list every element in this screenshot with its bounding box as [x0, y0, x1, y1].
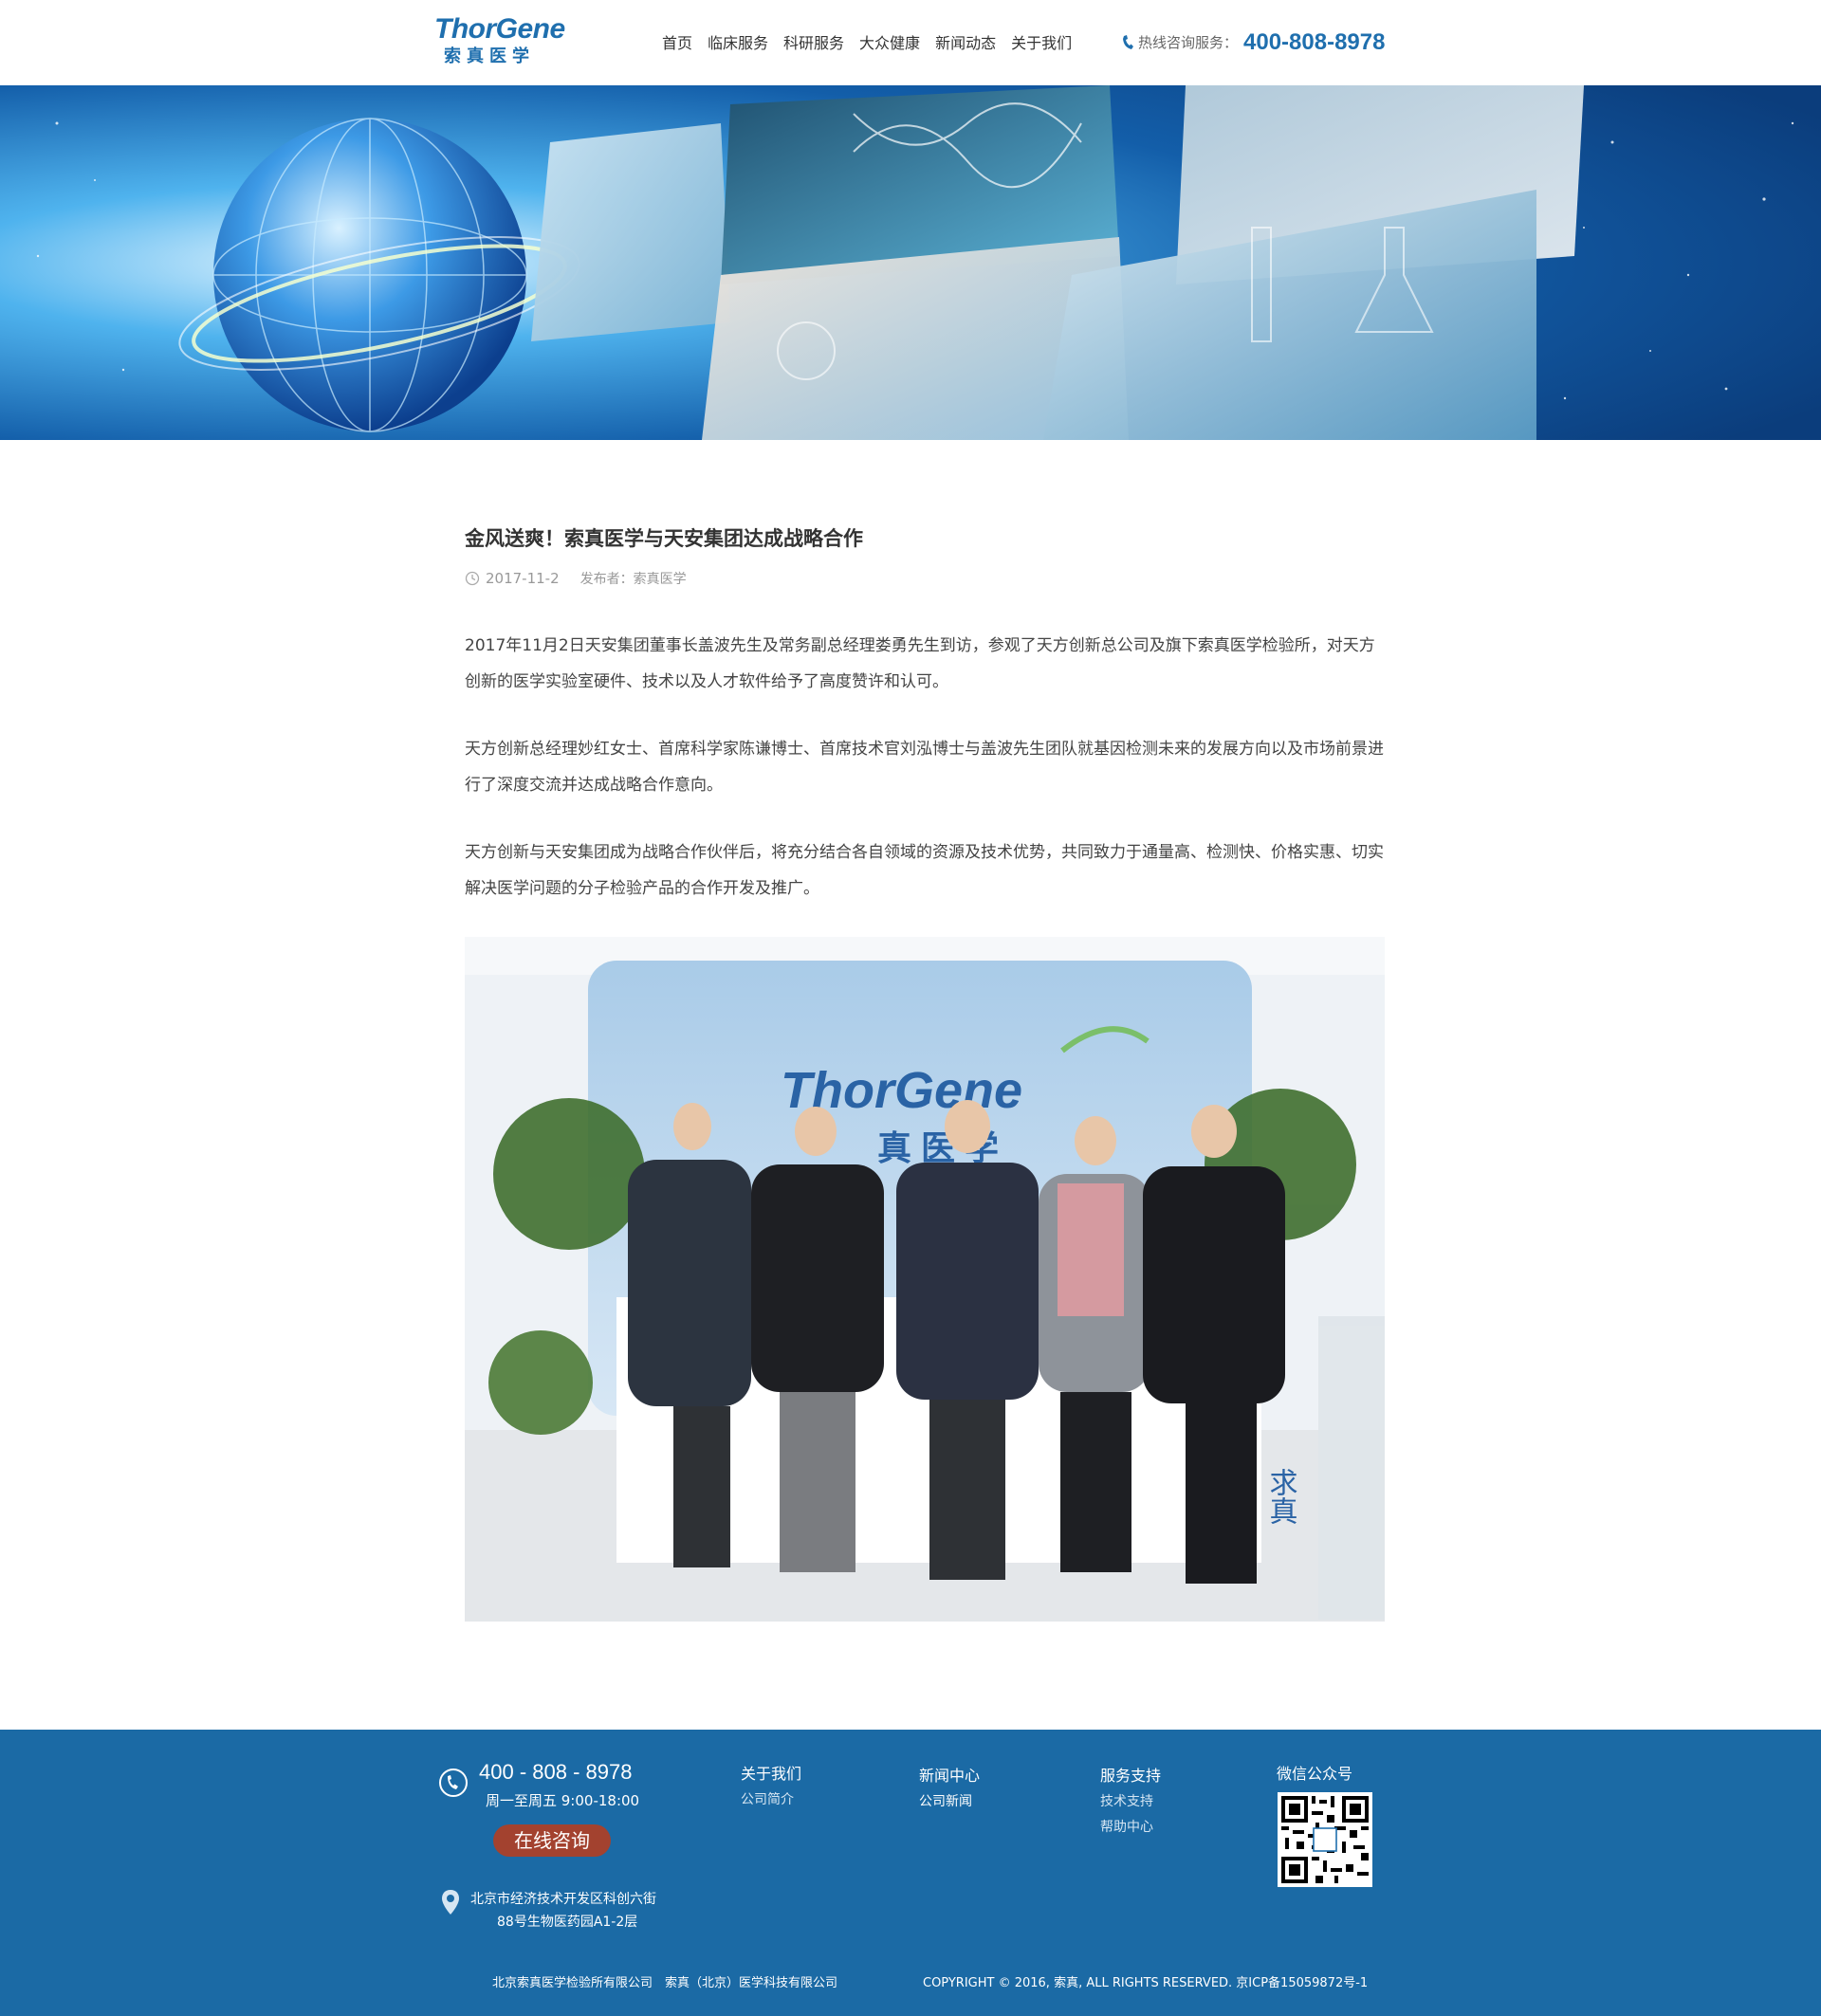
footer-col-title[interactable]: 关于我们	[741, 1762, 801, 1787]
article-paragraph: 天方创新与天安集团成为战略合作伙伴后，将充分结合各自领域的资源及技术优势，共同致…	[465, 843, 1384, 898]
author-name: 索真医学	[633, 572, 687, 587]
banner-illustration	[0, 85, 1821, 440]
footer-col-title[interactable]: 新闻中心	[919, 1764, 980, 1788]
hotline-number: 400-808-8978	[1243, 29, 1386, 55]
group-photo: ThorGene 真医学 求真	[465, 937, 1385, 1622]
footer-col-title: 微信公众号	[1277, 1765, 1353, 1783]
article-paragraph: 2017年11月2日天安集团董事长盖波先生及常务副总经理娄勇先生到访，参观了天方…	[465, 636, 1375, 691]
online-consult-button[interactable]: 在线咨询	[493, 1824, 611, 1857]
nav-item-clinical[interactable]: 临床服务	[700, 32, 776, 55]
logo-text-cn: 索真医学	[444, 46, 535, 66]
footer-address-line2: 88号生物医药园A1-2层	[497, 1915, 638, 1930]
article-paragraph: 天方创新总经理妙红女士、首席科学家陈谦博士、首席技术官刘泓博士与盖波先生团队就基…	[465, 740, 1384, 795]
logo[interactable]: ThorGene 索真医学	[434, 13, 577, 72]
group-photo-illustration: ThorGene 真医学 求真	[465, 937, 1385, 1622]
footer-copyright: COPYRIGHT © 2016, 索真, ALL RIGHTS RESERVE…	[923, 1976, 1369, 1990]
author-label: 发布者：	[579, 572, 634, 587]
footer-link-help-center[interactable]: 帮助中心	[1100, 1815, 1161, 1840]
hero-banner	[0, 85, 1821, 440]
nav-item-health[interactable]: 大众健康	[852, 32, 928, 55]
site-footer: 400 - 808 - 8978 周一至周五 9:00-18:00 在线咨询 北…	[0, 1730, 1821, 2016]
publish-date: 2017-11-2	[486, 570, 560, 587]
footer-link-company-news[interactable]: 公司新闻	[919, 1788, 980, 1815]
footer-address-line1: 北京市经济技术开发区科创六街	[470, 1892, 656, 1907]
wechat-qr-code	[1278, 1792, 1372, 1887]
footer-col-support: 服务支持 技术支持 帮助中心	[1100, 1764, 1161, 1840]
news-article: 金风送爽！索真医学与天安集团达成战略合作 2017-11-2 发布者： 索真医学…	[465, 512, 1385, 1622]
location-pin-icon	[442, 1890, 459, 1915]
phone-circle-icon	[439, 1769, 468, 1797]
hotline: 热线咨询服务： 400-808-8978	[1121, 27, 1385, 59]
footer-col-about: 关于我们 公司简介	[741, 1762, 801, 1813]
clock-icon	[465, 571, 480, 586]
footer-col-title[interactable]: 服务支持	[1100, 1764, 1161, 1788]
nav-item-news[interactable]: 新闻动态	[928, 32, 1003, 55]
nav-item-about[interactable]: 关于我们	[1003, 32, 1079, 55]
footer-link-company-intro[interactable]: 公司简介	[741, 1787, 801, 1813]
footer-col-wechat: 微信公众号	[1277, 1762, 1352, 1787]
hotline-label: 热线咨询服务：	[1138, 34, 1239, 51]
phone-icon	[1123, 35, 1133, 49]
qr-code-icon	[1281, 1796, 1369, 1883]
photo-side-text: 求真	[1264, 1468, 1297, 1525]
article-meta: 2017-11-2 发布者： 索真医学	[465, 565, 1385, 592]
footer-phone: 400 - 808 - 8978	[479, 1760, 633, 1784]
footer-company-names: 北京索真医学检验所有限公司 索真（北京）医学科技有限公司	[492, 1976, 838, 1990]
footer-hours: 周一至周五 9:00-18:00	[486, 1792, 640, 1809]
nav-item-research[interactable]: 科研服务	[776, 32, 852, 55]
article-title: 金风送爽！索真医学与天安集团达成战略合作	[465, 527, 863, 550]
footer-link-tech-support[interactable]: 技术支持	[1100, 1788, 1161, 1815]
site-header: ThorGene 索真医学 首页 临床服务 科研服务 大众健康 新闻动态 关于我…	[0, 0, 1821, 85]
main-nav: 首页 临床服务 科研服务 大众健康 新闻动态 关于我们	[654, 32, 1079, 55]
logo-text-en: ThorGene	[434, 13, 565, 45]
footer-col-news: 新闻中心 公司新闻	[919, 1764, 980, 1815]
nav-item-home[interactable]: 首页	[654, 32, 700, 55]
